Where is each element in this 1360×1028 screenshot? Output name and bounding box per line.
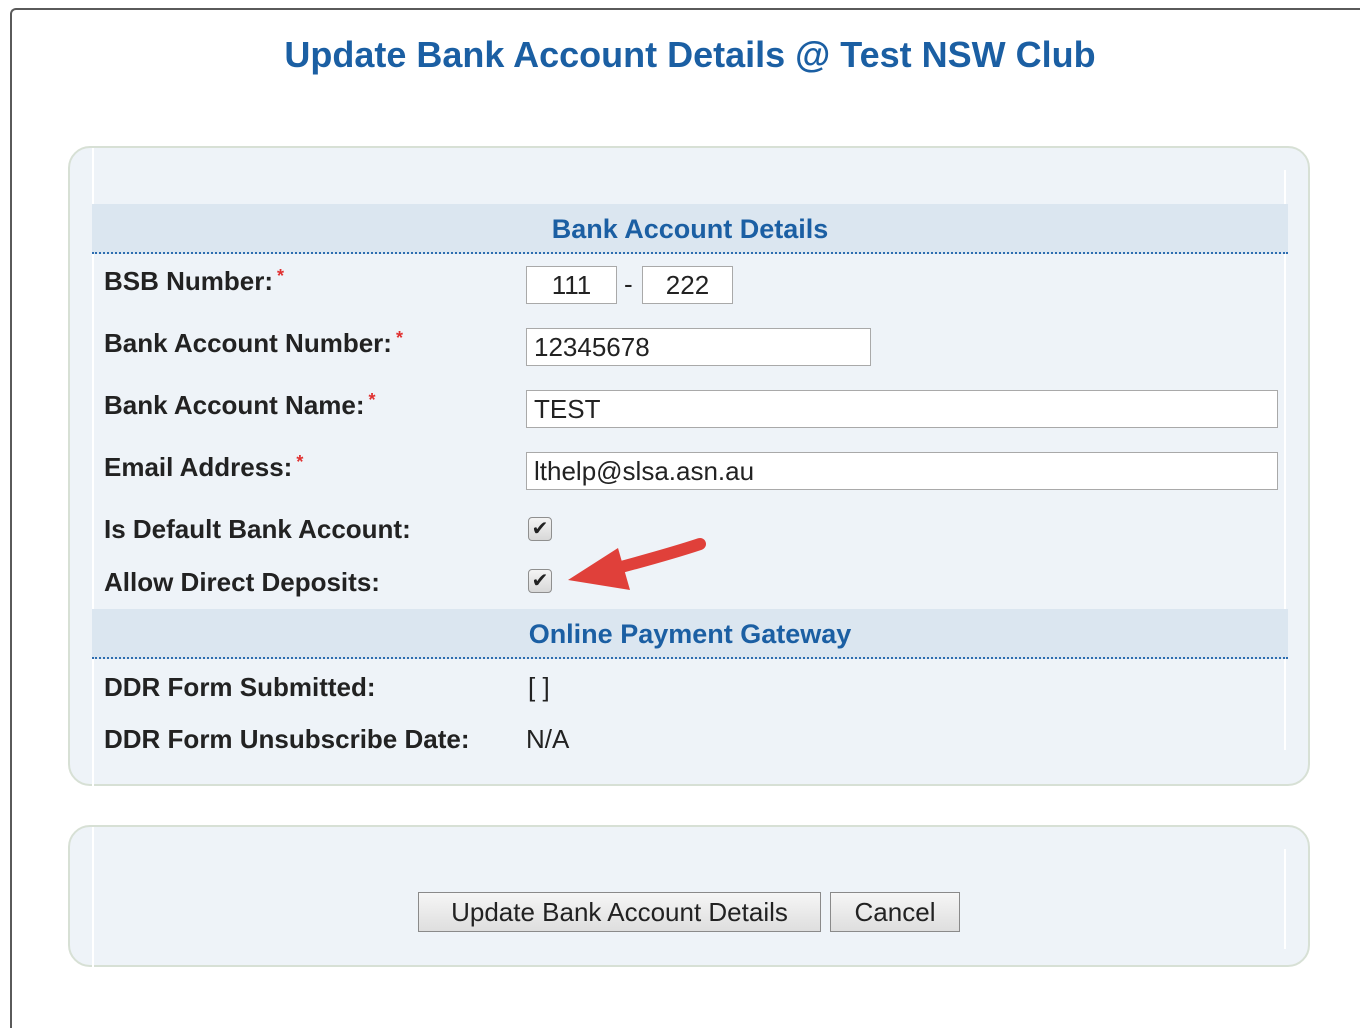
panel-edge: [1284, 170, 1286, 750]
section-header-gateway: Online Payment Gateway: [92, 609, 1288, 659]
cancel-button[interactable]: Cancel: [830, 892, 960, 932]
page-title: Update Bank Account Details @ Test NSW C…: [284, 34, 1096, 75]
allow-direct-deposits-checkbox[interactable]: ✔: [528, 569, 552, 593]
account-name-label: Bank Account Name: *: [104, 390, 376, 420]
actions-panel: Update Bank Account Details Cancel: [68, 825, 1310, 969]
panel-edge: [92, 827, 94, 969]
annotation-arrow-icon: [568, 538, 706, 590]
required-marker: *: [277, 266, 285, 286]
ddr-submitted-value: [ ]: [528, 672, 550, 702]
account-number-label: Bank Account Number: *: [104, 328, 403, 358]
account-number-input[interactable]: [526, 328, 871, 366]
required-marker: *: [368, 390, 376, 410]
account-name-input[interactable]: [526, 390, 1278, 428]
bsb-label: BSB Number: *: [104, 266, 285, 296]
allow-direct-deposits-label: Allow Direct Deposits:: [104, 567, 380, 597]
section-header-bank: Bank Account Details: [92, 204, 1288, 254]
required-marker: *: [296, 452, 304, 472]
ddr-unsubscribe-label: DDR Form Unsubscribe Date:: [104, 724, 470, 754]
bsb-separator: -: [624, 269, 633, 299]
update-bank-details-button[interactable]: Update Bank Account Details: [418, 892, 821, 932]
is-default-checkbox[interactable]: ✔: [528, 517, 552, 541]
bsb-part1-input[interactable]: [526, 266, 617, 304]
required-marker: *: [395, 328, 403, 348]
bank-details-panel: Bank Account Details BSB Number:* - Bank…: [68, 146, 1310, 788]
ddr-unsubscribe-value: N/A: [526, 724, 570, 754]
checkmark-icon: ✔: [531, 518, 549, 540]
is-default-label: Is Default Bank Account:: [104, 514, 411, 544]
panel-edge: [1284, 849, 1286, 949]
ddr-submitted-label: DDR Form Submitted:: [104, 672, 376, 702]
email-label: Email Address: *: [104, 452, 304, 482]
email-input[interactable]: [526, 452, 1278, 490]
checkmark-icon: ✔: [531, 570, 549, 592]
bsb-part2-input[interactable]: [642, 266, 733, 304]
